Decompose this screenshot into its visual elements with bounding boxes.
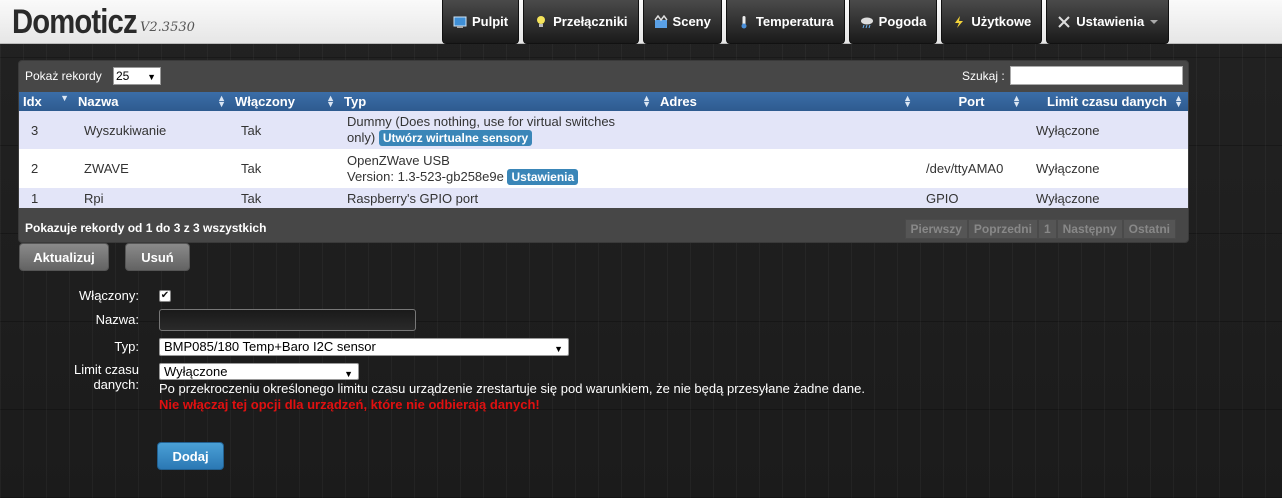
weather-icon [860,15,874,29]
sort-icon: ▲ ▼ [1174,93,1183,109]
nav-label: Pulpit [472,14,509,29]
main-nav: Pulpit Przełączniki Sceny Temperatura Po… [442,0,1173,44]
nav-label: Temperatura [755,14,834,29]
cell-type: OpenZWave USB Version: 1.3-523-gb258e9e … [340,149,656,188]
pager-previous[interactable]: Poprzedni [967,219,1038,239]
sort-icon: ▲ ▼ [1012,93,1021,109]
search-label: Szukaj : [962,69,1005,83]
nav-pulpit[interactable]: Pulpit [442,0,520,44]
cell-idx: 1 [19,188,74,208]
table-row[interactable]: 3 Wyszukiwanie Tak Dummy (Does nothing, … [19,111,1188,149]
chevron-down-icon: ▼ [554,344,563,354]
table-row[interactable]: 2 ZWAVE Tak OpenZWave USB Version: 1.3-5… [19,149,1188,188]
cell-type: Dummy (Does nothing, use for virtual swi… [340,111,656,149]
column-header-enabled[interactable]: Włączony ▲ ▼ [231,92,340,111]
type-select[interactable]: BMP085/180 Temp+Baro I2C sensor ▼ [159,338,569,356]
name-label: Nazwa: [95,312,139,327]
cell-idx: 3 [19,111,74,149]
cell-type: Raspberry's GPIO port [340,188,656,208]
cell-enabled: Tak [231,149,340,188]
sort-desc-icon: ▼ [60,93,69,103]
sort-icon: ▲ ▼ [326,93,335,109]
enabled-label: Włączony: [79,288,139,303]
scenes-icon [653,14,668,29]
hardware-table-panel: Pokaż rekordy 25 ▼ Szukaj : Idx ▼ Nazwa ▲ ▼… [18,60,1189,243]
app-logo[interactable]: Domoticz [12,2,138,42]
table-toolbar: Pokaż rekordy 25 ▼ Szukaj : [19,61,1188,92]
column-header-timeout[interactable]: Limit czasu danych ▲ ▼ [1026,92,1188,111]
cell-address [656,111,917,149]
cell-idx: 2 [19,149,74,188]
cell-enabled: Tak [231,188,340,208]
type-label: Typ: [114,339,139,354]
cell-timeout: Wyłączone [1026,149,1188,188]
column-header-type[interactable]: Typ ▲ ▼ [340,92,656,111]
utility-icon [952,15,966,29]
cell-name: Rpi [74,188,231,208]
table-info: Pokazuje rekordy od 1 do 3 z 3 wszystkic… [25,221,267,235]
top-bar: Domoticz V2.3530 Pulpit Przełączniki Sce… [0,0,1282,44]
column-header-idx[interactable]: Idx ▼ [19,92,74,111]
settings-icon [1057,15,1071,29]
timeout-help-text: Po przekroczeniu określonego limitu czas… [159,381,866,396]
column-header-address[interactable]: Adres ▲ ▼ [656,92,917,111]
hardware-table: Idx ▼ Nazwa ▲ ▼ Włączony ▲ ▼ Typ ▲ ▼ Adres ▲ ▼ Po… [19,92,1188,208]
cell-port [917,111,1026,149]
page-length-select[interactable]: 25 ▼ [113,67,161,85]
pager-next[interactable]: Następny [1056,219,1123,239]
nav-label: Użytkowe [971,14,1032,29]
nav-temperature[interactable]: Temperatura [725,0,845,44]
nav-scenes[interactable]: Sceny [642,0,722,44]
cell-address [656,149,917,188]
name-input[interactable] [159,309,416,331]
pager-page-1[interactable]: 1 [1037,219,1057,239]
column-header-name[interactable]: Nazwa ▲ ▼ [74,92,231,111]
search-input[interactable] [1010,66,1183,85]
column-header-port[interactable]: Port ▲ ▼ [917,92,1026,111]
cell-port: /dev/ttyAMA0 [917,149,1026,188]
cell-name: Wyszukiwanie [74,111,231,149]
nav-label: Sceny [672,14,711,29]
create-virtual-sensors-button[interactable]: Utwórz wirtualne sensory [378,130,533,146]
table-row[interactable]: 1 Rpi Tak Raspberry's GPIO port GPIO Wył… [19,188,1188,208]
pager-last[interactable]: Ostatni [1122,219,1176,239]
nav-label: Przełączniki [553,14,628,29]
page-length-label: Pokaż rekordy [25,69,102,83]
timeout-select[interactable]: Wyłączone ▼ [159,363,359,380]
cell-enabled: Tak [231,111,340,149]
lightbulb-icon [534,15,548,29]
sort-icon: ▲ ▼ [217,93,226,109]
table-footer: Pokazuje rekordy od 1 do 3 z 3 wszystkic… [19,213,1188,243]
chevron-down-icon: ▼ [344,369,353,379]
cell-port: GPIO [917,188,1026,208]
pagination: Pierwszy Poprzedni 1 Następny Ostatni [904,219,1176,239]
thermometer-icon [737,15,751,29]
cell-address [656,188,917,208]
update-button[interactable]: Aktualizuj [19,243,109,271]
nav-label: Ustawienia [1076,14,1145,29]
app-version: V2.3530 [140,20,195,35]
cell-timeout: Wyłączone [1026,188,1188,208]
nav-weather[interactable]: Pogoda [848,0,938,44]
chevron-down-icon [1150,19,1159,24]
pager-first[interactable]: Pierwszy [904,219,968,239]
nav-settings[interactable]: Ustawienia [1046,0,1170,44]
zwave-settings-button[interactable]: Ustawienia [507,168,579,185]
enabled-checkbox[interactable]: ✔ [159,290,171,302]
timeout-label: Limit czasu danych: [73,362,139,392]
nav-utility[interactable]: Użytkowe [941,0,1043,44]
timeout-warning-text: Nie włączaj tej opcji dla urządzeń, któr… [159,397,540,412]
sort-icon: ▲ ▼ [903,93,912,109]
nav-label: Pogoda [878,14,927,29]
nav-switches[interactable]: Przełączniki [523,0,639,44]
chevron-down-icon: ▼ [147,72,156,82]
sort-icon: ▲ ▼ [642,93,651,109]
add-button[interactable]: Dodaj [157,442,224,470]
dashboard-icon [453,15,467,29]
cell-timeout: Wyłączone [1026,111,1188,149]
delete-button[interactable]: Usuń [125,243,190,271]
cell-name: ZWAVE [74,149,231,188]
